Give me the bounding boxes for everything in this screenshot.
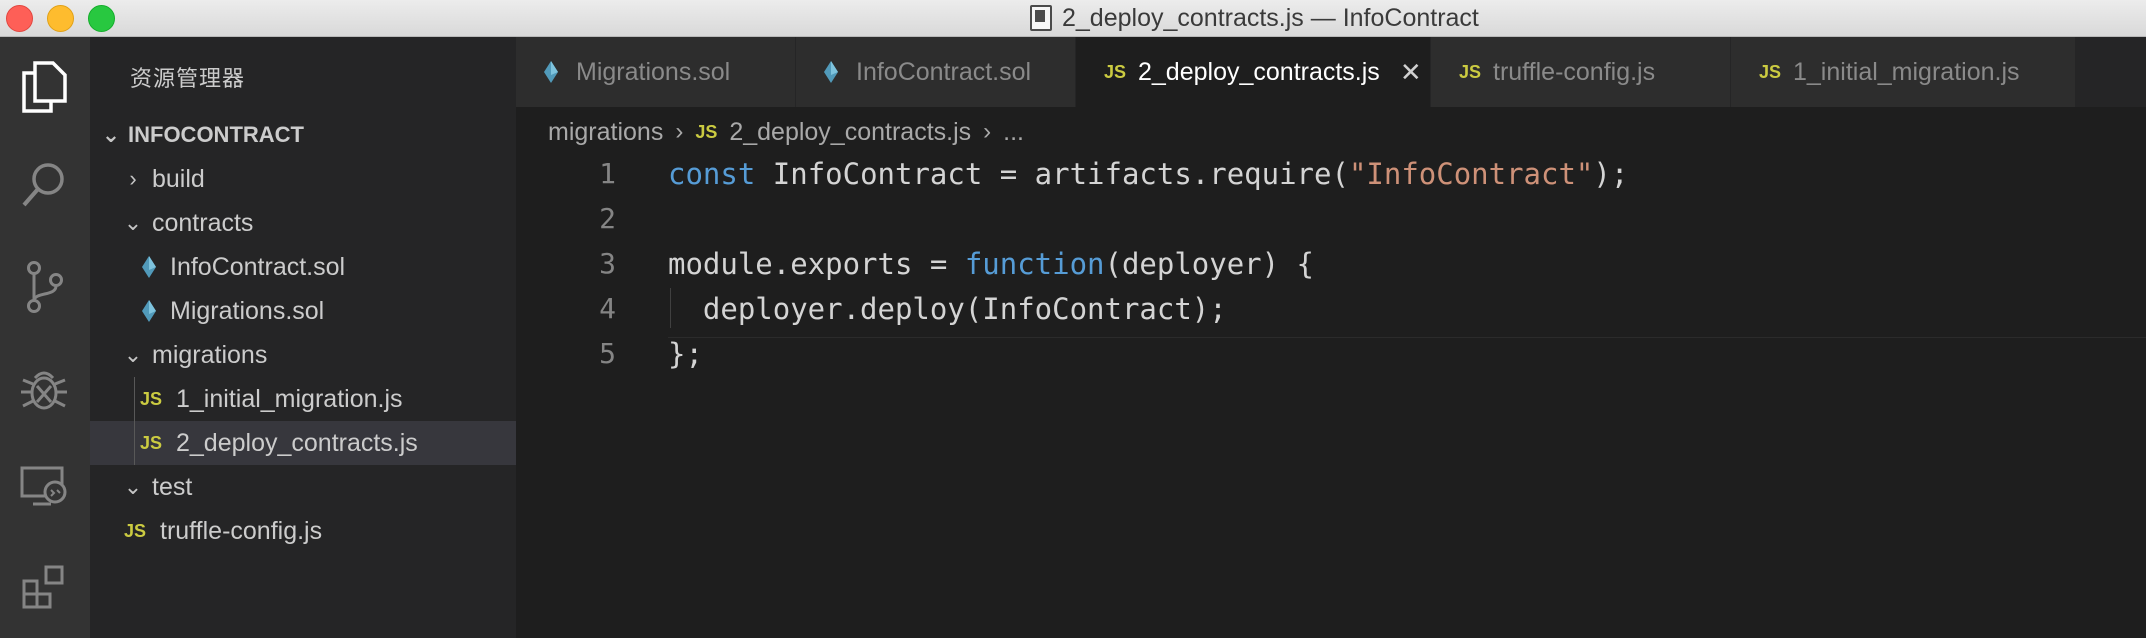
activity-bar (0, 37, 90, 638)
tree-item-deploy-contracts-js[interactable]: JS 2_deploy_contracts.js (90, 421, 516, 465)
window-title: 2_deploy_contracts.js — InfoContract (1030, 0, 1479, 36)
zoom-window-button[interactable] (88, 5, 115, 32)
breadcrumb-folder[interactable]: migrations (548, 118, 663, 147)
window-title-text: 2_deploy_contracts.js — InfoContract (1062, 3, 1479, 32)
tab-initial-migration-js[interactable]: JS 1_initial_migration.js (1731, 37, 2076, 107)
code-token: (deployer) { (1104, 247, 1315, 281)
js-icon: JS (140, 388, 163, 409)
code-token: InfoContract = artifacts.require( (755, 157, 1349, 191)
tree-item-label: truffle-config.js (160, 516, 323, 545)
js-icon: JS (1104, 61, 1127, 82)
tree-item-label: migrations (152, 340, 268, 369)
editor-tab-bar: Migrations.sol InfoContract.sol JS 2_dep… (516, 37, 2146, 107)
project-name: INFOCONTRACT (128, 122, 304, 147)
source-control-icon[interactable] (14, 257, 74, 317)
keyword-token: const (668, 157, 756, 191)
explorer-sidebar: 资源管理器 ⌄ INFOCONTRACT › build ⌄ contracts… (90, 37, 516, 638)
extensions-icon[interactable] (14, 557, 74, 617)
ethereum-icon (824, 61, 838, 83)
code-text: const InfoContract = artifacts.require("… (668, 152, 1628, 196)
js-icon: JS (140, 432, 163, 453)
tree-item-contracts-folder[interactable]: ⌄ contracts (90, 201, 516, 245)
window-title-bar: 2_deploy_contracts.js — InfoContract (0, 0, 2146, 37)
tree-indent-guide (134, 377, 135, 465)
chevron-down-icon: ⌄ (123, 474, 143, 499)
tab-infocontract-sol[interactable]: InfoContract.sol (796, 37, 1076, 107)
tree-item-label: InfoContract.sol (170, 252, 346, 281)
js-icon: JS (124, 520, 147, 541)
project-folder-header[interactable]: ⌄ INFOCONTRACT (90, 113, 516, 157)
breadcrumb-more[interactable]: ... (1003, 118, 1024, 147)
js-icon: JS (1459, 61, 1482, 82)
line-number: 3 (599, 247, 616, 280)
explorer-icon[interactable] (14, 57, 74, 117)
breadcrumb-file[interactable]: 2_deploy_contracts.js (729, 118, 971, 147)
chevron-right-icon: › (129, 166, 137, 191)
keyword-token: function (964, 247, 1105, 281)
code-text: }; (668, 337, 703, 371)
tree-item-test-folder[interactable]: ⌄ test (90, 465, 516, 509)
tab-label: 1_initial_migration.js (1793, 57, 2020, 86)
tab-label: 2_deploy_contracts.js (1138, 57, 1380, 86)
remote-explorer-icon[interactable] (14, 457, 74, 517)
tab-deploy-contracts-js[interactable]: JS 2_deploy_contracts.js ✕ (1076, 37, 1431, 107)
code-editor[interactable]: 1 const InfoContract = artifacts.require… (516, 152, 2146, 638)
indent-guide (670, 288, 671, 328)
line-number: 1 (599, 157, 616, 190)
breadcrumb: migrations › JS 2_deploy_contracts.js › … (548, 112, 1024, 152)
code-token: module.exports = (668, 247, 965, 281)
minimize-window-button[interactable] (47, 5, 74, 32)
explorer-title: 资源管理器 (130, 66, 246, 91)
chevron-down-icon: ⌄ (123, 210, 143, 235)
tab-label: InfoContract.sol (856, 57, 1032, 86)
tree-item-infocontract-sol[interactable]: InfoContract.sol (90, 245, 516, 289)
chevron-down-icon: ⌄ (123, 342, 143, 367)
line-number: 4 (599, 292, 616, 325)
tree-item-label: Migrations.sol (170, 296, 325, 325)
tree-item-label: 1_initial_migration.js (176, 384, 403, 413)
code-line: 2 (516, 197, 2146, 241)
tree-item-label: 2_deploy_contracts.js (176, 428, 418, 457)
code-line: 4 deployer.deploy(InfoContract); (516, 287, 2146, 331)
tree-item-initial-migration-js[interactable]: JS 1_initial_migration.js (90, 377, 516, 421)
code-line: 5 }; (516, 332, 2146, 376)
ethereum-icon (142, 256, 156, 278)
js-icon: JS (695, 121, 718, 142)
code-token: ); (1593, 157, 1629, 191)
tab-label: Migrations.sol (576, 57, 731, 86)
tree-item-build-folder[interactable]: › build (90, 157, 516, 201)
search-icon[interactable] (14, 155, 74, 215)
tree-item-label: contracts (152, 208, 254, 237)
ethereum-icon (544, 61, 558, 83)
code-text: deployer.deploy(InfoContract); (668, 292, 1227, 326)
tab-label: truffle-config.js (1493, 57, 1656, 86)
debug-icon[interactable] (14, 359, 74, 419)
tree-item-label: test (152, 472, 193, 501)
ethereum-icon (142, 300, 156, 322)
line-number: 5 (599, 337, 616, 370)
tab-migrations-sol[interactable]: Migrations.sol (516, 37, 796, 107)
js-icon: JS (1759, 61, 1782, 82)
current-line-border (668, 337, 2146, 338)
tree-item-truffle-config-js[interactable]: JS truffle-config.js (90, 509, 516, 553)
chevron-right-icon: › (983, 118, 992, 145)
code-line: 3 module.exports = function(deployer) { (516, 242, 2146, 286)
tab-truffle-config-js[interactable]: JS truffle-config.js (1431, 37, 1731, 107)
tree-item-migrations-folder[interactable]: ⌄ migrations (90, 333, 516, 377)
code-line: 1 const InfoContract = artifacts.require… (516, 152, 2146, 196)
tree-item-migrations-sol[interactable]: Migrations.sol (90, 289, 516, 333)
string-token: "InfoContract" (1348, 157, 1594, 191)
chevron-down-icon: ⌄ (101, 122, 121, 147)
close-window-button[interactable] (6, 5, 33, 32)
line-number: 2 (599, 202, 616, 235)
document-icon (1030, 5, 1052, 31)
code-text: module.exports = function(deployer) { (668, 242, 1314, 286)
tree-item-label: build (152, 164, 205, 193)
close-icon[interactable]: ✕ (1400, 57, 1422, 88)
chevron-right-icon: › (675, 118, 684, 145)
